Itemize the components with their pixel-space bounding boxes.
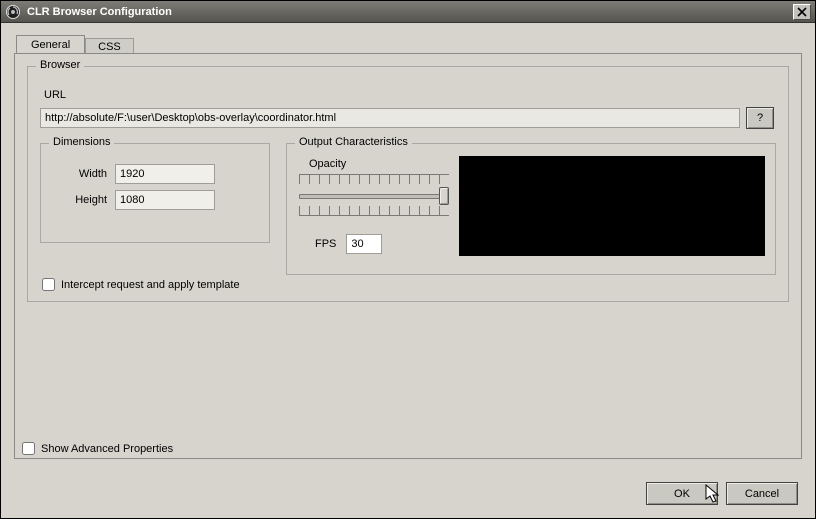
browser-group: Browser URL ? Dimensions Width Height	[27, 66, 789, 302]
height-label: Height	[51, 194, 107, 206]
obs-icon	[5, 4, 21, 20]
slider-thumb[interactable]	[439, 187, 449, 205]
tab-panel-general: Browser URL ? Dimensions Width Height	[14, 53, 802, 459]
tab-strip: General CSS	[16, 34, 802, 53]
show-advanced-label: Show Advanced Properties	[41, 443, 173, 455]
show-advanced-checkbox[interactable]	[22, 442, 35, 455]
intercept-label: Intercept request and apply template	[61, 279, 240, 291]
width-label: Width	[51, 168, 107, 180]
close-button[interactable]	[793, 4, 811, 20]
url-help-button[interactable]: ?	[746, 107, 774, 129]
dimensions-legend: Dimensions	[49, 136, 114, 148]
window-title: CLR Browser Configuration	[27, 6, 172, 18]
output-preview	[459, 156, 765, 256]
height-input[interactable]	[115, 190, 215, 210]
dialog-footer: OK Cancel	[646, 482, 798, 505]
client-area: General CSS Browser URL ? Dimensions Wid…	[2, 24, 814, 517]
url-label: URL	[44, 89, 776, 101]
url-input[interactable]	[40, 108, 740, 128]
dimensions-group: Dimensions Width Height	[40, 143, 270, 243]
tab-label: CSS	[98, 41, 121, 53]
ok-button[interactable]: OK	[646, 482, 718, 505]
fps-input[interactable]	[346, 234, 382, 254]
intercept-checkbox[interactable]	[42, 278, 55, 291]
opacity-label: Opacity	[309, 158, 449, 170]
fps-label: FPS	[315, 238, 336, 250]
output-legend: Output Characteristics	[295, 136, 412, 148]
browser-legend: Browser	[36, 59, 84, 71]
ok-label: OK	[674, 488, 690, 500]
opacity-slider[interactable]	[299, 174, 449, 216]
output-group: Output Characteristics Opacity FPS	[286, 143, 776, 275]
tab-general[interactable]: General	[16, 35, 85, 54]
title-bar: CLR Browser Configuration	[1, 1, 815, 23]
width-input[interactable]	[115, 164, 215, 184]
tab-label: General	[31, 39, 70, 51]
cancel-label: Cancel	[745, 488, 779, 500]
cancel-button[interactable]: Cancel	[726, 482, 798, 505]
help-label: ?	[757, 112, 763, 124]
